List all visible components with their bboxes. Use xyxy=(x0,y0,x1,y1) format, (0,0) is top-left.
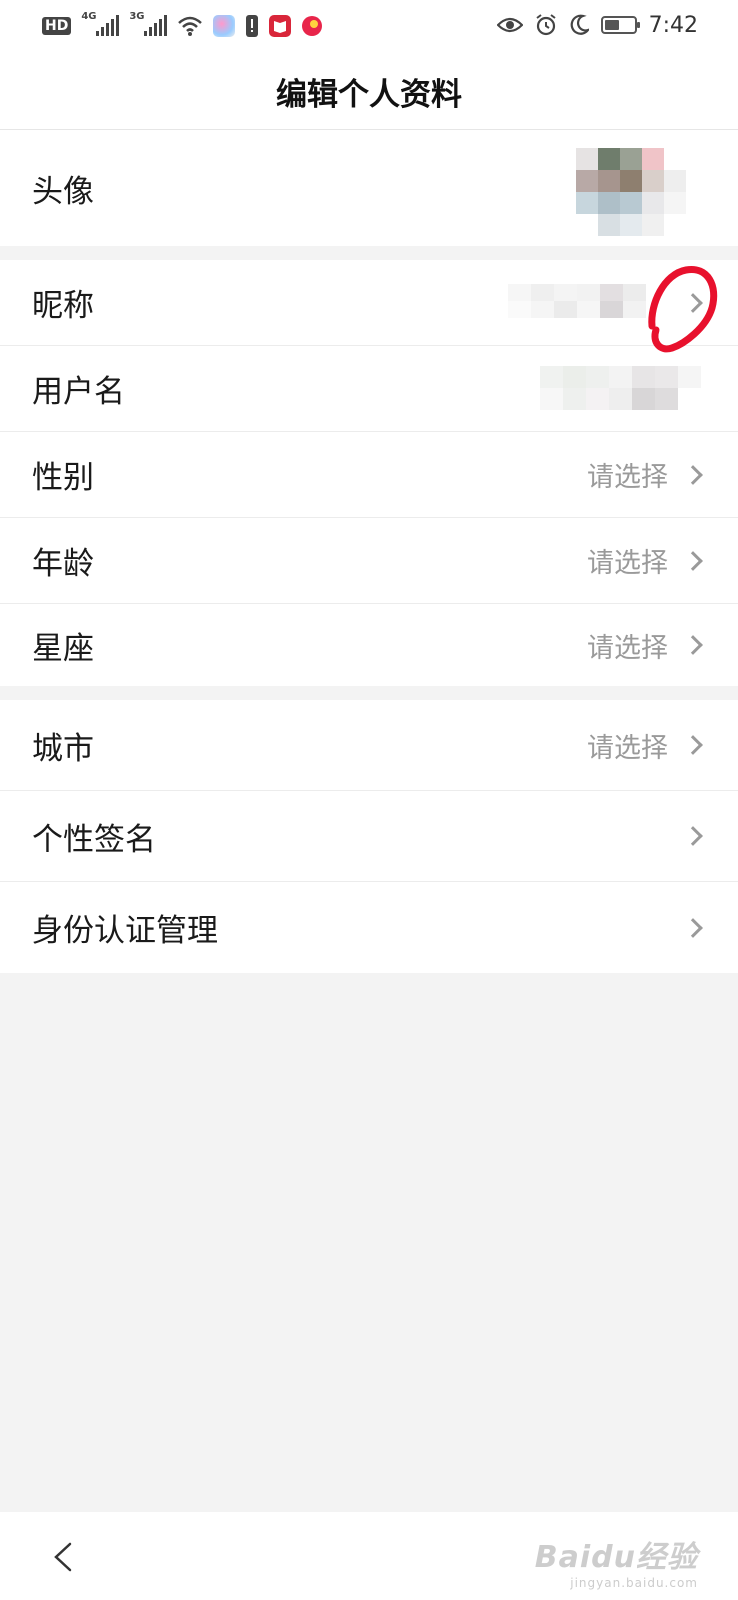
city-row[interactable]: 城市 请选择 xyxy=(0,700,738,791)
status-bar: HD 4G 3G 7:42 xyxy=(0,0,738,54)
zodiac-row[interactable]: 星座 请选择 xyxy=(0,604,738,686)
watermark-url: jingyan.baidu.com xyxy=(570,1576,698,1590)
nickname-row[interactable]: 昵称 xyxy=(0,260,738,353)
avatar[interactable] xyxy=(576,148,686,238)
chevron-right-icon xyxy=(683,917,703,938)
age-label: 年龄 xyxy=(32,546,94,582)
basic-info-section: 昵称 用户名 性别 请选择 年龄 请选择 星座 请选择 xyxy=(0,260,738,686)
avatar-section: 头像 xyxy=(0,130,738,246)
city-label: 城市 xyxy=(32,730,94,767)
video-app-icon xyxy=(302,16,323,36)
red-annotation-circle xyxy=(648,266,718,353)
eye-icon xyxy=(496,17,523,33)
network-type-label: 3G xyxy=(129,11,145,22)
avatar-label: 头像 xyxy=(32,173,94,210)
identity-verification-label: 身份认证管理 xyxy=(32,913,218,949)
status-left: HD 4G 3G xyxy=(42,11,323,40)
chevron-right-icon xyxy=(683,464,703,485)
signature-label: 个性签名 xyxy=(32,821,156,858)
status-right: 7:42 xyxy=(496,10,698,40)
baidu-watermark: Baidu经验 jingyan.baidu.com xyxy=(535,1532,698,1590)
hd-icon: HD xyxy=(42,17,72,35)
nickname-value-blurred xyxy=(508,284,646,318)
city-value: 请选择 xyxy=(587,732,668,764)
chevron-right-icon xyxy=(683,550,703,571)
signal-3g-icon: 3G xyxy=(129,11,168,38)
zodiac-label: 星座 xyxy=(32,630,94,667)
reader-app-icon xyxy=(269,15,292,37)
avatar-row[interactable]: 头像 xyxy=(0,130,738,246)
more-info-section: 城市 请选择 个性签名 身份认证管理 xyxy=(0,700,738,973)
back-arrow-icon[interactable] xyxy=(50,1542,80,1572)
network-type-label: 4G xyxy=(81,11,97,22)
page-title: 编辑个人资料 xyxy=(276,77,462,113)
app-icon xyxy=(213,15,236,37)
chevron-right-icon xyxy=(683,635,703,655)
bottom-nav-bar: Baidu经验 jingyan.baidu.com xyxy=(0,1512,738,1600)
chevron-right-icon xyxy=(683,735,703,755)
battery-icon xyxy=(600,16,640,34)
signal-4g-icon: 4G xyxy=(81,11,120,38)
warning-icon xyxy=(246,15,259,37)
moon-icon xyxy=(570,14,589,35)
username-value-blurred xyxy=(540,366,701,410)
age-row[interactable]: 年龄 请选择 xyxy=(0,518,738,604)
title-bar: 编辑个人资料 xyxy=(0,54,738,130)
wifi-icon xyxy=(178,16,203,36)
alarm-icon xyxy=(535,14,556,36)
username-label: 用户名 xyxy=(32,374,125,410)
gender-label: 性别 xyxy=(32,460,94,496)
nickname-label: 昵称 xyxy=(32,288,94,324)
username-row: 用户名 xyxy=(0,346,738,432)
age-value: 请选择 xyxy=(587,548,668,579)
zodiac-value: 请选择 xyxy=(587,632,668,664)
gender-row[interactable]: 性别 请选择 xyxy=(0,432,738,518)
signature-row[interactable]: 个性签名 xyxy=(0,791,738,882)
gender-value: 请选择 xyxy=(587,462,668,493)
chevron-right-icon xyxy=(683,826,703,846)
identity-verification-row[interactable]: 身份认证管理 xyxy=(0,882,738,973)
watermark-brand: Baidu经验 xyxy=(534,1540,698,1575)
status-time: 7:42 xyxy=(648,12,698,38)
